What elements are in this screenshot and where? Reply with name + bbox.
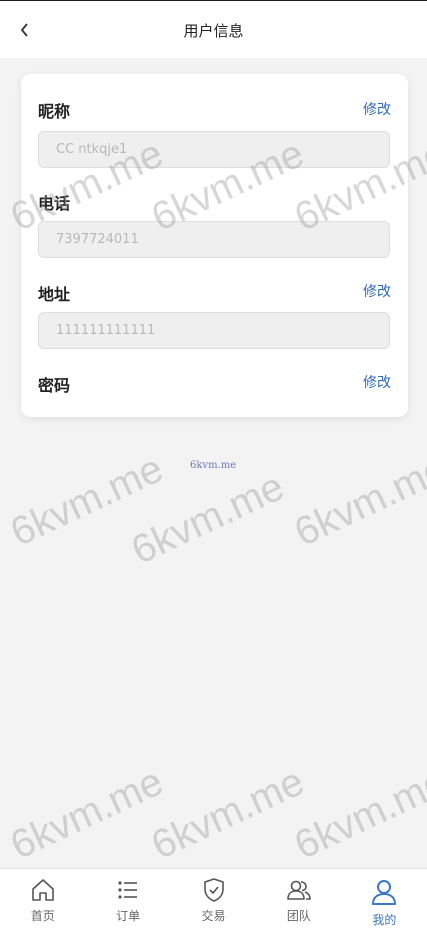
watermark: 6kvm.me bbox=[145, 759, 311, 868]
top-bar: 用户信息 bbox=[0, 0, 427, 58]
shield-check-icon bbox=[203, 878, 224, 902]
watermark: 6kvm.me bbox=[4, 759, 170, 868]
home-icon bbox=[31, 879, 54, 901]
tab-trade-label: 交易 bbox=[201, 909, 226, 923]
edit-password-button[interactable]: 修改 bbox=[363, 372, 391, 392]
nickname-field[interactable]: CC ntkqje1 bbox=[38, 131, 390, 168]
tab-orders-label: 订单 bbox=[116, 909, 141, 923]
tab-trade[interactable]: 交易 bbox=[171, 869, 256, 934]
page-title: 用户信息 bbox=[183, 22, 244, 40]
bottom-tab-bar: 首页 订单 交易 团队 我的 bbox=[0, 868, 427, 934]
edit-address-button[interactable]: 修改 bbox=[363, 281, 391, 301]
tab-team[interactable]: 团队 bbox=[256, 869, 341, 934]
edit-nickname-button[interactable]: 修改 bbox=[363, 99, 391, 119]
tab-team-label: 团队 bbox=[286, 909, 311, 923]
team-icon bbox=[287, 880, 311, 900]
watermark: 6kvm.me bbox=[125, 464, 291, 573]
tab-home[interactable]: 首页 bbox=[0, 869, 85, 934]
nickname-label: 昵称 bbox=[38, 102, 71, 121]
tab-mine-label: 我的 bbox=[372, 913, 397, 927]
user-info-card: 昵称 修改 CC ntkqje1 电话 7397724011 地址 修改 111… bbox=[21, 74, 408, 417]
address-field[interactable]: 111111111111 bbox=[38, 312, 390, 349]
phone-label: 电话 bbox=[38, 194, 71, 213]
tab-mine[interactable]: 我的 bbox=[342, 869, 427, 934]
watermark: 6kvm.me bbox=[288, 446, 427, 555]
watermark: 6kvm.me bbox=[4, 446, 170, 555]
tab-home-label: 首页 bbox=[30, 909, 55, 923]
address-label: 地址 bbox=[38, 285, 71, 304]
watermark-small: 6kvm.me bbox=[190, 460, 237, 471]
password-label: 密码 bbox=[38, 376, 71, 395]
phone-field[interactable]: 7397724011 bbox=[38, 221, 390, 258]
user-icon bbox=[372, 880, 397, 905]
list-icon bbox=[118, 881, 138, 899]
tab-orders[interactable]: 订单 bbox=[85, 869, 170, 934]
watermark: 6kvm.me bbox=[288, 759, 427, 868]
